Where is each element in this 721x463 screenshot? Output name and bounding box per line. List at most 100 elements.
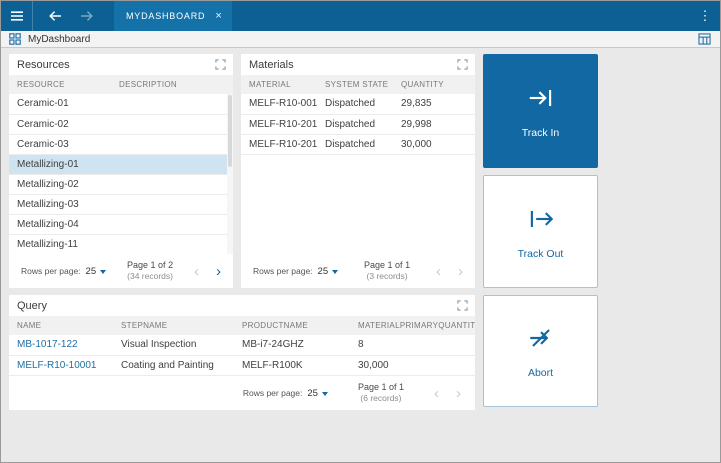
track-out-icon xyxy=(526,204,556,234)
resources-pagination: Rows per page: 25 Page 1 of 2 (34 record… xyxy=(9,254,233,288)
materials-pagination: Rows per page: 25 Page 1 of 1 (3 records… xyxy=(241,254,475,288)
column-header[interactable]: QUANTITY xyxy=(393,75,475,94)
menu-button[interactable] xyxy=(1,1,32,31)
chevron-down-icon xyxy=(100,270,106,274)
column-header[interactable]: DESCRIPTION xyxy=(111,75,233,94)
table-row[interactable]: MELF-R10-2013Dispatched30,000 xyxy=(241,134,475,154)
column-header[interactable]: NAME xyxy=(9,316,113,335)
breadcrumb-bar: MyDashboard xyxy=(1,31,720,48)
next-page-button[interactable]: › xyxy=(216,264,221,279)
back-button[interactable] xyxy=(41,1,69,31)
expand-icon[interactable] xyxy=(215,59,226,70)
record-link[interactable]: MELF-R10-10001 xyxy=(17,360,96,371)
forward-button[interactable] xyxy=(73,1,101,31)
rows-per-page: Rows per page: 25 xyxy=(243,388,328,399)
table-cell xyxy=(111,94,233,114)
page-title: MyDashboard xyxy=(28,34,90,45)
table-row[interactable]: Metallizing-04 xyxy=(9,214,233,234)
materials-table: MATERIALSYSTEM STATEQUANTITY MELF-R10-00… xyxy=(241,75,475,155)
column-header[interactable]: MATERIALPRIMARYQUANTITY xyxy=(350,316,475,335)
table-cell xyxy=(111,114,233,134)
table-cell: Ceramic-01 xyxy=(9,94,111,114)
next-page-button[interactable]: › xyxy=(456,386,461,401)
table-header-row: NAMESTEPNAMEPRODUCTNAMEMATERIALPRIMARYQU… xyxy=(9,316,475,335)
divider xyxy=(32,1,33,31)
table-cell: 29,835 xyxy=(393,94,475,114)
table-row[interactable]: Ceramic-03 xyxy=(9,134,233,154)
panel-header: Materials xyxy=(241,54,475,75)
table-row[interactable]: Metallizing-03 xyxy=(9,194,233,214)
table-row[interactable]: MELF-R10-0012Dispatched29,835 xyxy=(241,94,475,114)
scrollbar[interactable] xyxy=(227,94,233,254)
chevron-down-icon xyxy=(322,392,328,396)
query-panel: Query NAMESTEPNAMEPRODUCTNAMEMATERIALPRI… xyxy=(9,295,475,410)
track-in-button[interactable]: Track In xyxy=(483,54,598,168)
table-cell: 30,000 xyxy=(350,355,475,375)
table-header-row: RESOURCEDESCRIPTION xyxy=(9,75,233,94)
column-header[interactable]: SYSTEM STATE xyxy=(317,75,393,94)
page-nav: ‹ › xyxy=(436,264,463,279)
table-cell: Ceramic-02 xyxy=(9,114,111,134)
column-header[interactable]: STEPNAME xyxy=(113,316,234,335)
resources-panel: Resources RESOURCEDESCRIPTION Ceramic-01… xyxy=(9,54,233,288)
rows-per-page: Rows per page: 25 xyxy=(21,266,106,277)
table-cell: MELF-R10-10001 xyxy=(9,355,113,375)
track-out-button[interactable]: Track Out xyxy=(483,175,598,288)
table-cell xyxy=(111,194,233,214)
rows-per-page-label: Rows per page: xyxy=(21,266,81,276)
table-row[interactable]: Ceramic-01 xyxy=(9,94,233,114)
table-cell: MELF-R100K xyxy=(234,355,350,375)
grid-view-icon[interactable] xyxy=(698,33,711,45)
topbar: MYDASHBOARD × ⋮ xyxy=(1,1,720,31)
table-cell: MELF-R10-2013 xyxy=(241,134,317,154)
query-table: NAMESTEPNAMEPRODUCTNAMEMATERIALPRIMARYQU… xyxy=(9,316,475,376)
table-cell: Dispatched xyxy=(317,134,393,154)
close-icon[interactable]: × xyxy=(215,11,221,22)
page-info: Page 1 of 1 (3 records) xyxy=(364,260,410,283)
table-row[interactable]: Ceramic-02 xyxy=(9,114,233,134)
column-header[interactable]: PRODUCTNAME xyxy=(234,316,350,335)
prev-page-button[interactable]: ‹ xyxy=(436,264,441,279)
table-area: RESOURCEDESCRIPTION Ceramic-01Ceramic-02… xyxy=(9,75,233,254)
table-cell: MB-i7-24GHZ xyxy=(234,335,350,355)
table-cell: 29,998 xyxy=(393,114,475,134)
table-row[interactable]: Metallizing-01 xyxy=(9,154,233,174)
arrow-left-icon xyxy=(47,8,63,24)
table-row[interactable]: MELF-R10-2016Dispatched29,998 xyxy=(241,114,475,134)
expand-icon[interactable] xyxy=(457,59,468,70)
prev-page-button[interactable]: ‹ xyxy=(434,386,439,401)
tab-mydashboard[interactable]: MYDASHBOARD × xyxy=(114,1,232,31)
more-options-button[interactable]: ⋮ xyxy=(690,8,720,24)
table-cell: 8 xyxy=(350,335,475,355)
table-row[interactable]: MB-1017-122Visual InspectionMB-i7-24GHZ8 xyxy=(9,335,475,355)
table-cell: Metallizing-03 xyxy=(9,194,111,214)
arrow-right-icon xyxy=(79,8,95,24)
expand-icon[interactable] xyxy=(457,300,468,311)
table-cell: Dispatched xyxy=(317,114,393,134)
scrollbar-thumb[interactable] xyxy=(228,95,232,167)
records-text: (34 records) xyxy=(127,271,173,282)
prev-page-button[interactable]: ‹ xyxy=(194,264,199,279)
column-header[interactable]: MATERIAL xyxy=(241,75,317,94)
table-area: MATERIALSYSTEM STATEQUANTITY MELF-R10-00… xyxy=(241,75,475,254)
next-page-button[interactable]: › xyxy=(458,264,463,279)
page-nav: ‹ › xyxy=(194,264,221,279)
chevron-down-icon xyxy=(332,270,338,274)
panel-title: Query xyxy=(17,300,47,312)
table-row[interactable]: Metallizing-11 xyxy=(9,234,233,254)
materials-panel: Materials MATERIALSYSTEM STATEQUANTITY M… xyxy=(241,54,475,288)
table-row[interactable]: MELF-R10-10001Coating and PaintingMELF-R… xyxy=(9,355,475,375)
abort-label: Abort xyxy=(528,367,553,379)
table-cell: 30,000 xyxy=(393,134,475,154)
abort-button[interactable]: Abort xyxy=(483,295,598,407)
page-info: Page 1 of 1 (6 records) xyxy=(358,382,404,405)
query-pagination: Rows per page: 25 Page 1 of 1 (6 records… xyxy=(9,376,475,410)
rows-per-page-select[interactable]: 25 xyxy=(86,266,107,277)
record-link[interactable]: MB-1017-122 xyxy=(17,339,78,350)
column-header[interactable]: RESOURCE xyxy=(9,75,111,94)
table-cell xyxy=(111,154,233,174)
page-text: Page 1 of 1 xyxy=(358,382,404,394)
rows-per-page-select[interactable]: 25 xyxy=(307,388,328,399)
table-row[interactable]: Metallizing-02 xyxy=(9,174,233,194)
rows-per-page-select[interactable]: 25 xyxy=(318,266,339,277)
